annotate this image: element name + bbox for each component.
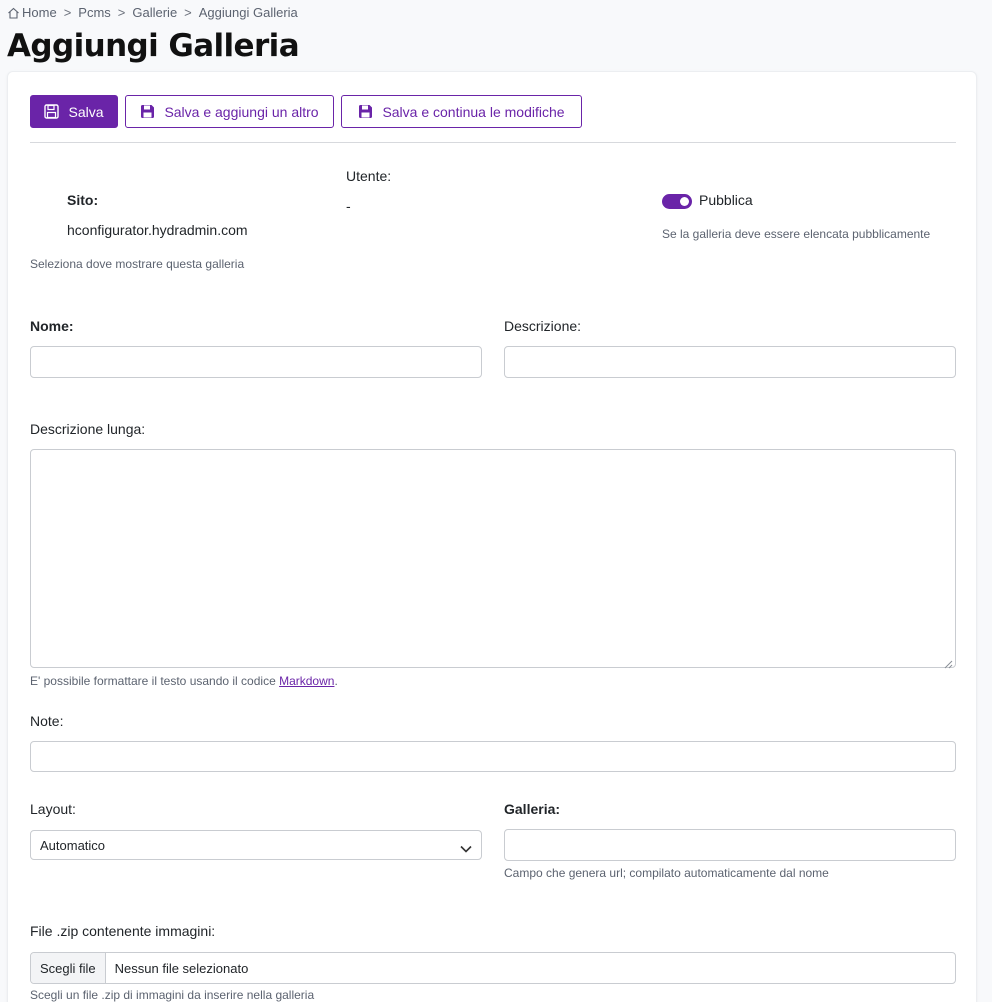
- utente-label: Utente:: [346, 168, 392, 184]
- breadcrumb-separator: >: [63, 5, 72, 20]
- utente-value: -: [346, 198, 351, 214]
- descrizione-lunga-textarea[interactable]: [30, 449, 956, 669]
- breadcrumb-gallerie[interactable]: Gallerie: [132, 5, 177, 20]
- note-label: Note:: [30, 713, 64, 729]
- layout-label: Layout:: [30, 801, 76, 817]
- file-zip-label: File .zip contenente immagini:: [30, 923, 216, 939]
- file-zip-input[interactable]: Scegli file Nessun file selezionato: [30, 952, 956, 984]
- save-button-label: Salva: [68, 103, 104, 120]
- save-and-add-button-label: Salva e aggiungi un altro: [164, 103, 319, 120]
- file-zip-help: Scegli un file .zip di immagini da inser…: [30, 988, 315, 1002]
- descrizione-lunga-label: Descrizione lunga:: [30, 421, 146, 437]
- divider: [30, 142, 956, 143]
- home-icon[interactable]: [7, 7, 20, 19]
- layout-selected-value: Automatico: [40, 837, 106, 853]
- markdown-help-suffix: .: [334, 674, 338, 688]
- save-and-add-button[interactable]: Salva e aggiungi un altro: [125, 95, 334, 128]
- chevron-down-icon: [460, 841, 472, 853]
- sito-value: hconfigurator.hydradmin.com: [67, 222, 248, 238]
- markdown-link[interactable]: Markdown: [279, 674, 334, 688]
- pubblica-toggle[interactable]: [662, 194, 692, 209]
- layout-select[interactable]: Automatico: [30, 830, 482, 860]
- floppy-disk-icon: [140, 104, 155, 119]
- file-status: Nessun file selezionato: [114, 960, 249, 976]
- breadcrumb: Home > Pcms > Gallerie > Aggiungi Galler…: [7, 5, 298, 20]
- nome-input[interactable]: [30, 346, 482, 378]
- save-and-continue-button[interactable]: Salva e continua le modifiche: [341, 95, 582, 128]
- resize-handle-icon[interactable]: [944, 656, 953, 669]
- floppy-disk-icon: [358, 104, 373, 119]
- galleria-label: Galleria:: [504, 801, 561, 817]
- descrizione-input[interactable]: [504, 346, 956, 378]
- save-button[interactable]: Salva: [30, 95, 118, 128]
- breadcrumb-home[interactable]: Home: [22, 5, 57, 20]
- descrizione-lunga-help: E' possibile formattare il testo usando …: [30, 674, 338, 688]
- floppy-disk-icon: [44, 104, 60, 119]
- nome-label: Nome:: [30, 318, 74, 334]
- markdown-help-prefix: E' possibile formattare il testo usando …: [30, 674, 280, 688]
- toggle-knob: [680, 197, 689, 206]
- pubblica-label: Pubblica: [699, 192, 753, 208]
- page-title: Aggiungi Galleria: [7, 28, 300, 64]
- sito-help: Seleziona dove mostrare questa galleria: [30, 257, 245, 271]
- pubblica-help: Se la galleria deve essere elencata pubb…: [662, 227, 931, 241]
- breadcrumb-pcms[interactable]: Pcms: [78, 5, 111, 20]
- breadcrumb-separator: >: [117, 5, 126, 20]
- note-input[interactable]: [30, 741, 956, 772]
- choose-file-button[interactable]: Scegli file: [31, 953, 106, 983]
- galleria-input[interactable]: [504, 829, 956, 861]
- save-and-continue-button-label: Salva e continua le modifiche: [382, 103, 565, 120]
- descrizione-label: Descrizione:: [504, 318, 582, 334]
- galleria-help: Campo che genera url; compilato automati…: [504, 866, 829, 880]
- form-card: Salva Salva e aggiungi un altro Salva e …: [7, 71, 977, 1002]
- breadcrumb-separator: >: [184, 5, 192, 20]
- breadcrumb-current: Aggiungi Galleria: [198, 5, 298, 20]
- sito-label: Sito:: [67, 192, 99, 208]
